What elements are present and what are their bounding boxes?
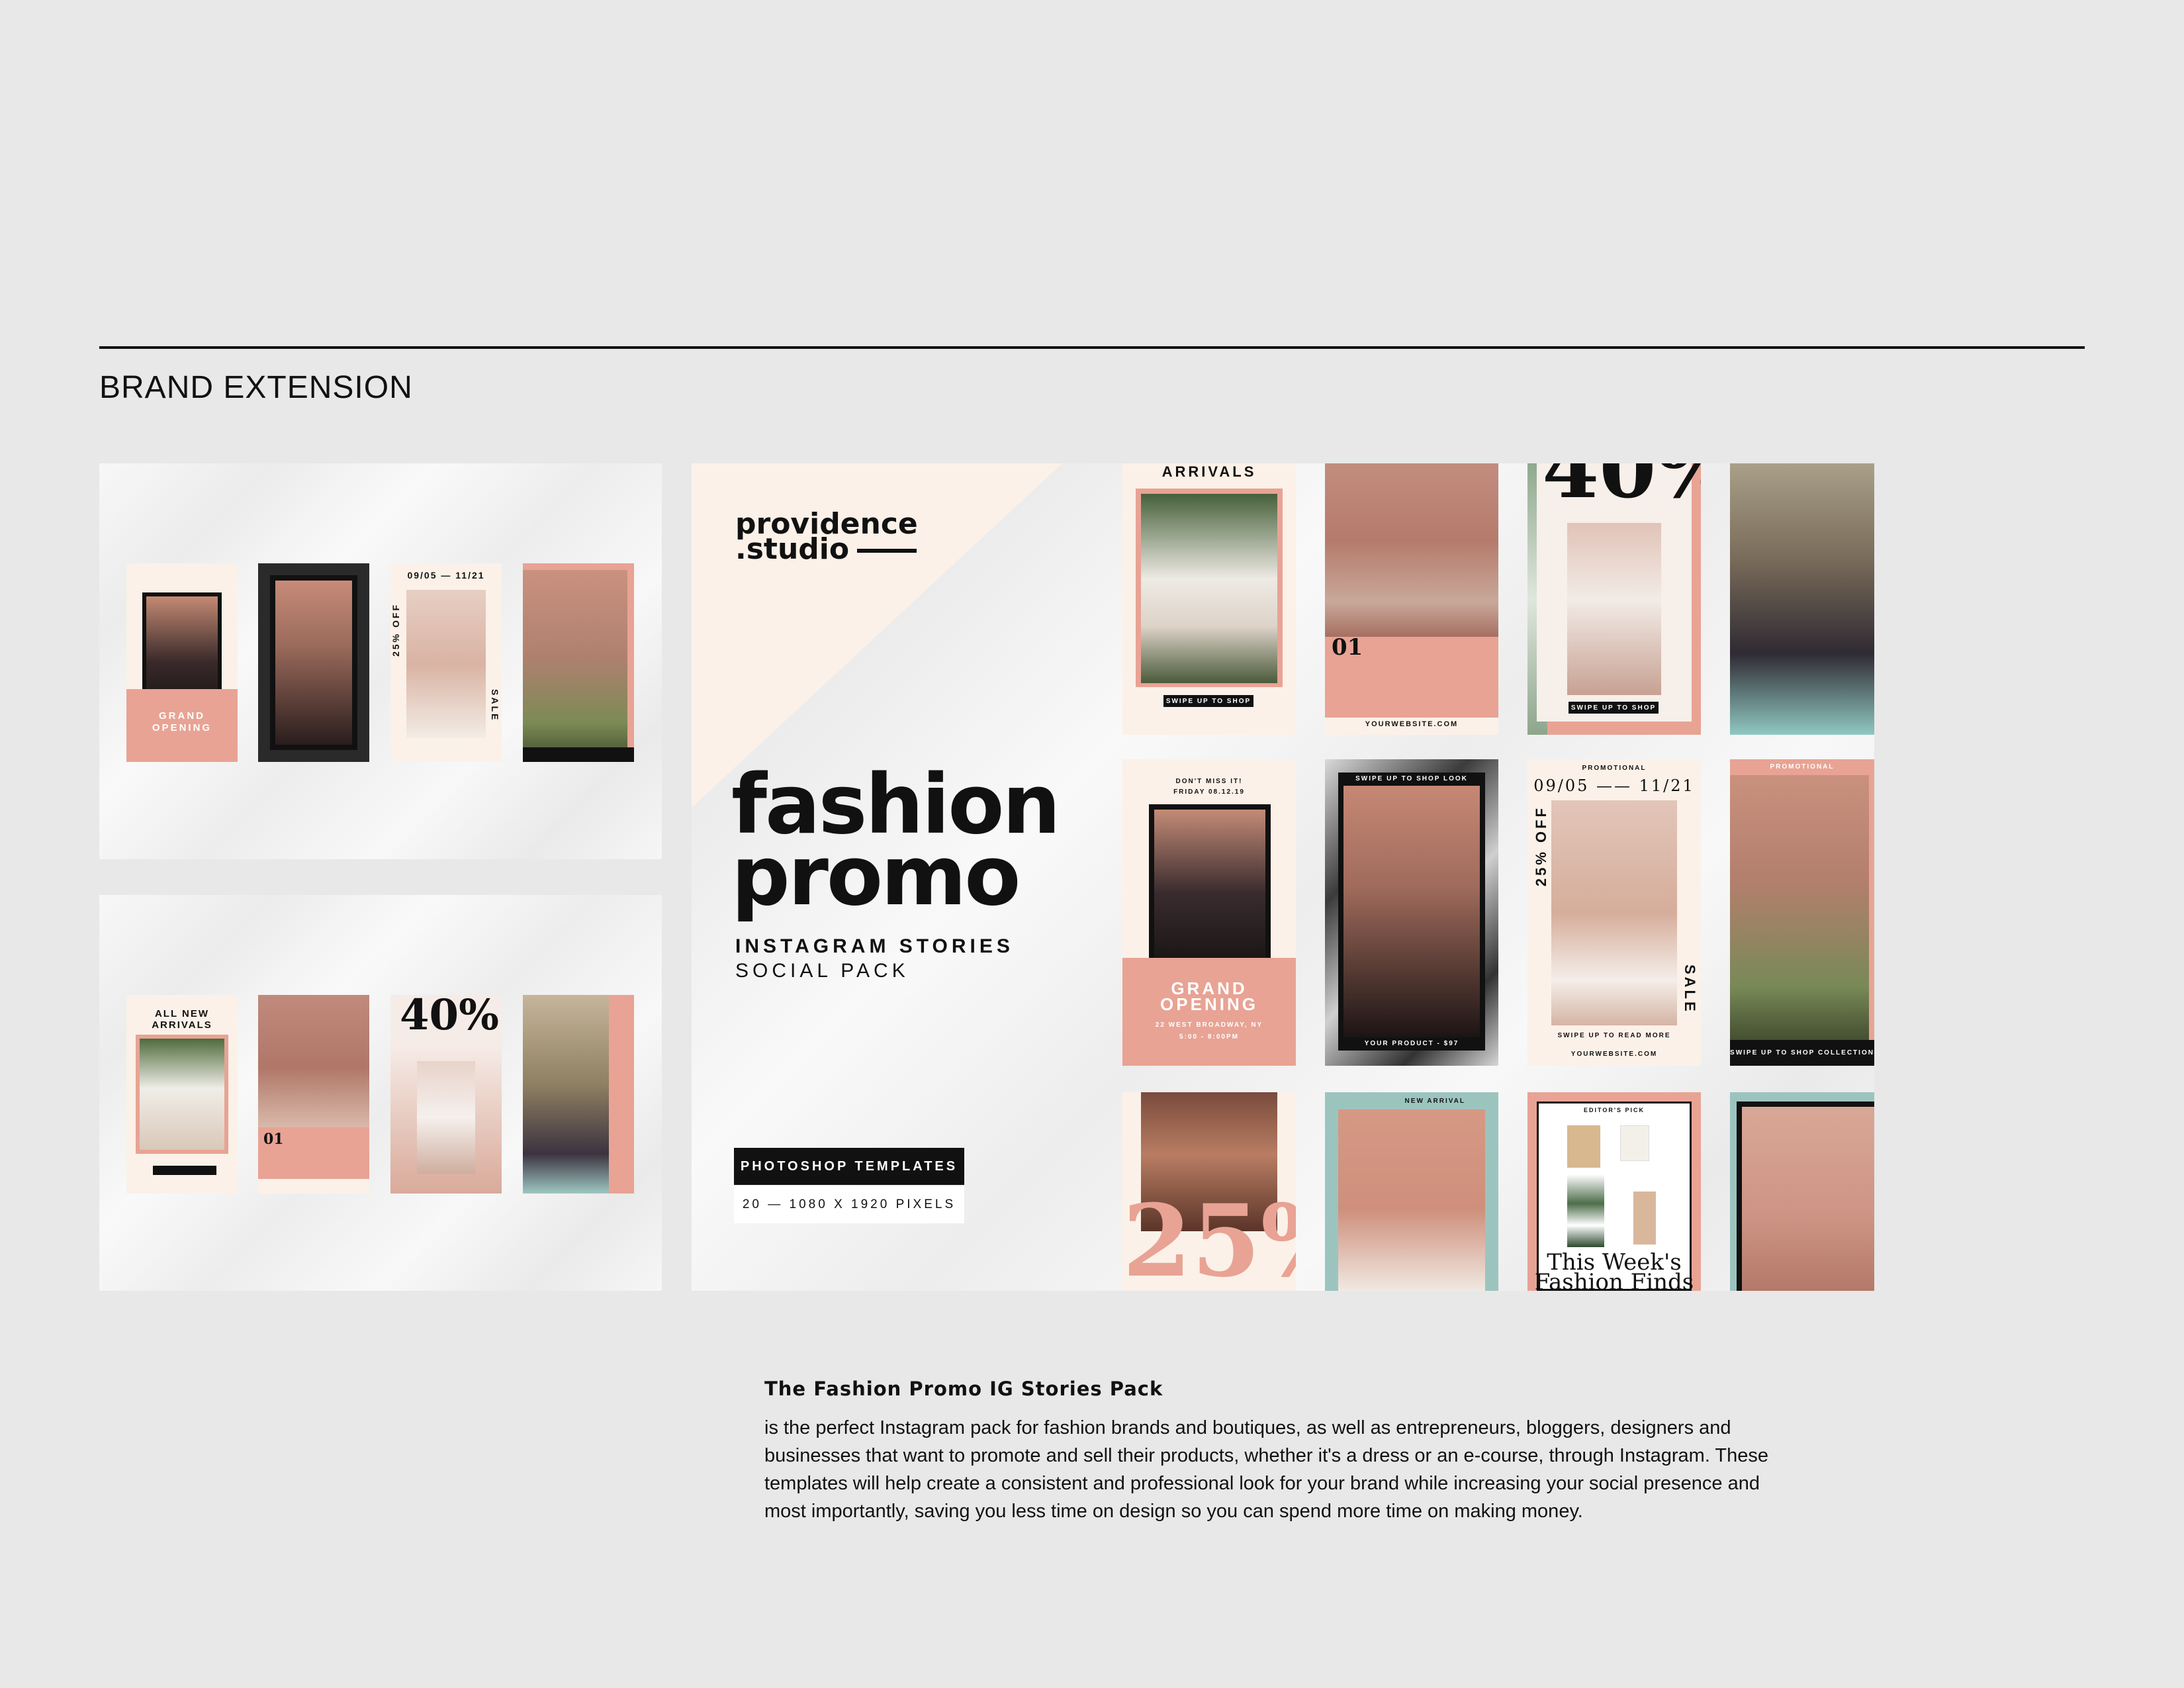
story-card-pink-wall — [1730, 1092, 1874, 1291]
section-divider — [99, 346, 2085, 349]
mini-card-sale-label: SALE — [490, 689, 500, 722]
mini-card-off: 25% OFF — [390, 603, 401, 657]
story-card-40-off: 40% SWIPE UP TO SHOP — [1527, 463, 1701, 735]
description-body: is the perfect Instagram pack for fashio… — [764, 1417, 1769, 1522]
story-card-product-01: 01 YOURWEBSITE.COM — [1325, 463, 1498, 735]
mini-card-sale: 09/05 — 11/21 25% OFF SALE — [390, 563, 502, 762]
mini-card-title: ALL NEW ARRIVALS — [152, 1008, 212, 1031]
brand-logo: providence .studio — [735, 507, 918, 566]
story-card-25-off: 25% — [1122, 1092, 1296, 1291]
story-card-collection: PROMOTIONAL SWIPE UP TO SHOP COLLECTION — [1730, 759, 1874, 1066]
description-title: The Fashion Promo IG Stories Pack — [764, 1378, 1163, 1400]
hero-subtitle: INSTAGRAM STORIES — [735, 935, 1014, 957]
story-card-sale: PROMOTIONAL 09/05 —— 11/21 25% OFF SALE … — [1527, 759, 1701, 1066]
preview-panel-bottom: ALL NEW ARRIVALS 01 40% — [99, 895, 662, 1291]
mini-card-grand-opening: GRAND OPENING — [126, 563, 238, 762]
preview-panel-top: GRAND OPENING 09/05 — 11/21 25% OFF SALE — [99, 463, 662, 859]
pixel-size-label: 20 — 1080 X 1920 PIXELS — [734, 1186, 964, 1223]
story-card-new-arrival: NEW ARRIVAL — [1325, 1092, 1498, 1291]
mini-card-date: 09/05 — 11/21 — [407, 570, 485, 581]
mini-card-collection — [523, 563, 634, 762]
mini-card-arrivals: ALL NEW ARRIVALS — [126, 995, 238, 1194]
mini-card-percent: 40% — [400, 995, 499, 1040]
mini-card-shop-look — [258, 563, 369, 762]
story-card-fashion-finds: EDITOR'S PICK This Week's Fashion Finds — [1527, 1092, 1701, 1291]
story-card-shop-look: SWIPE UP TO SHOP LOOK YOUR PRODUCT - $97 — [1325, 759, 1498, 1066]
mini-card-product: 01 — [258, 995, 369, 1194]
mini-card-40: 40% — [390, 995, 502, 1194]
story-card-outdoor — [1730, 463, 1874, 735]
photoshop-templates-badge: PHOTOSHOP TEMPLATES — [734, 1148, 964, 1185]
story-card-arrivals: ARRIVALS SWIPE UP TO SHOP — [1122, 463, 1296, 735]
mini-card-number: 01 — [263, 1131, 284, 1148]
hero-panel: providence .studio fashion promo INSTAGR… — [692, 463, 1874, 1291]
story-card-grand-opening: DON'T MISS IT! FRIDAY 08.12.19 GRAND OPE… — [1122, 759, 1296, 1066]
section-title: BRAND EXTENSION — [99, 370, 413, 405]
mini-card-new-arrival — [523, 995, 634, 1194]
mini-card-title: GRAND OPENING — [152, 710, 212, 733]
hero-subtitle-secondary: SOCIAL PACK — [735, 960, 909, 982]
hero-title: fashion promo — [731, 757, 1061, 924]
